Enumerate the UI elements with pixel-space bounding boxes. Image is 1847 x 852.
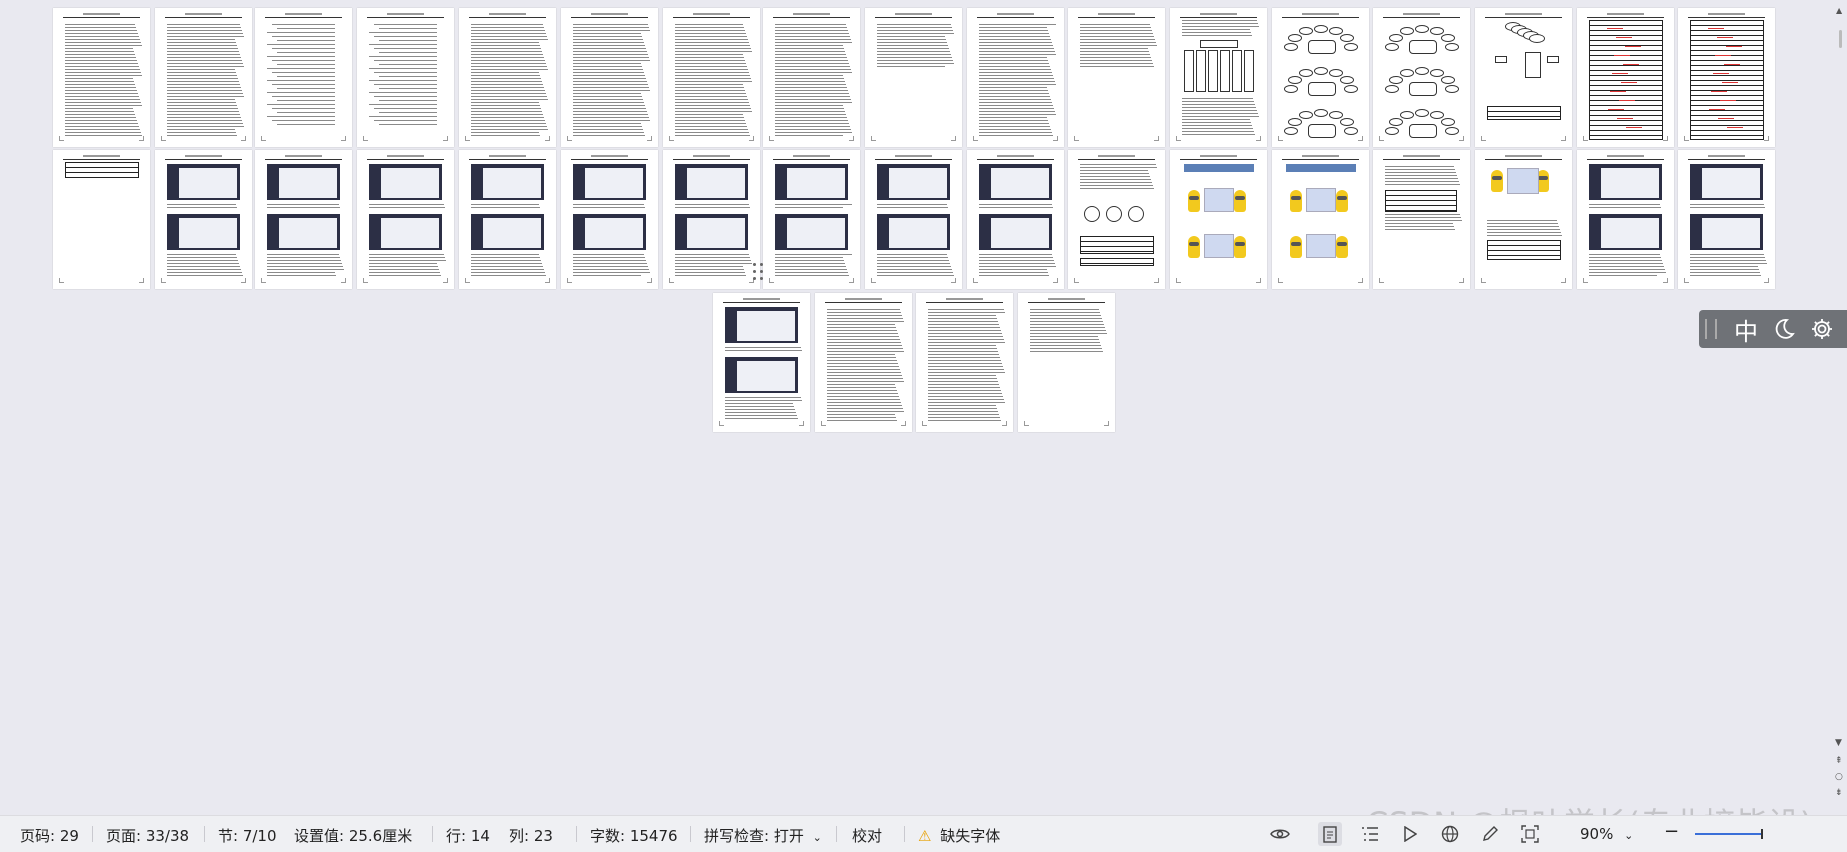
page-thumbnail[interactable] [713, 293, 810, 432]
page-thumbnail[interactable] [255, 150, 352, 289]
zoom-value: 90% [1580, 825, 1614, 843]
page-thumbnail[interactable] [763, 150, 860, 289]
separator [904, 826, 905, 842]
page-thumbnail[interactable] [967, 150, 1064, 289]
section-indicator[interactable]: 节: 7/10 [218, 825, 277, 846]
toolbar-grip[interactable] [1705, 319, 1717, 339]
page-thumbnail[interactable] [815, 293, 912, 432]
page-thumbnail[interactable] [255, 8, 352, 147]
zoom-level[interactable]: 90% ⌄ [1580, 825, 1633, 843]
page-thumbnail[interactable] [459, 8, 556, 147]
spell-check-label: 拼写检查: 打开 [704, 827, 804, 845]
scroll-thumb[interactable] [1839, 30, 1842, 48]
page-thumbnail[interactable] [916, 293, 1013, 432]
page-thumbnail[interactable] [1678, 8, 1775, 147]
separator [836, 826, 837, 842]
vertical-scrollbar[interactable]: ▲ ▼ ⇞ ○ ⇟ [1833, 0, 1847, 815]
language-toggle-button[interactable]: 中 [1727, 310, 1765, 348]
page-thumbnail[interactable] [1170, 150, 1267, 289]
word-count[interactable]: 字数: 15476 [590, 825, 678, 846]
separator [92, 826, 93, 842]
row-indicator[interactable]: 行: 14 [446, 825, 490, 846]
moon-icon[interactable] [1765, 310, 1803, 348]
page-thumbnail[interactable] [357, 150, 454, 289]
page-thumbnail[interactable] [53, 8, 150, 147]
spell-check-toggle[interactable]: 拼写检查: 打开 ⌄ [704, 825, 822, 846]
page-thumbnail[interactable] [561, 150, 658, 289]
page-thumbnail[interactable] [459, 150, 556, 289]
separator [432, 826, 433, 842]
drag-handle[interactable] [752, 262, 766, 284]
chevron-down-icon: ⌄ [1624, 829, 1634, 842]
outline-icon[interactable] [1358, 822, 1382, 846]
zoom-out-icon[interactable]: − [1664, 821, 1679, 842]
prev-page-icon[interactable]: ⇞ [1835, 756, 1843, 766]
zoom-slider[interactable] [1695, 829, 1763, 839]
page-thumbnail[interactable] [1018, 293, 1115, 432]
page-thumbnail[interactable] [1373, 150, 1470, 289]
scroll-up-icon[interactable]: ▲ [1836, 6, 1842, 15]
select-browse-icon[interactable]: ○ [1835, 772, 1843, 782]
page-thumbnail[interactable] [865, 8, 962, 147]
warning-icon: ⚠ [918, 827, 932, 845]
page-thumbnail[interactable] [763, 8, 860, 147]
separator [204, 826, 205, 842]
document-canvas[interactable] [0, 0, 1847, 815]
separator [576, 826, 577, 842]
proofread-button[interactable]: 校对 [852, 825, 882, 846]
page-view-icon[interactable] [1318, 822, 1342, 846]
page-thumbnail[interactable] [1373, 8, 1470, 147]
play-icon[interactable] [1398, 822, 1422, 846]
pen-icon[interactable] [1478, 822, 1502, 846]
page-thumbnail[interactable] [1577, 8, 1674, 147]
page-thumbnail[interactable] [1170, 8, 1267, 147]
page-thumbnail[interactable] [561, 8, 658, 147]
page-thumbnail[interactable] [663, 8, 760, 147]
separator [690, 826, 691, 842]
eye-icon[interactable] [1268, 822, 1292, 846]
page-thumbnail[interactable] [53, 150, 150, 289]
status-bar: 页码: 29 页面: 33/38 节: 7/10 设置值: 25.6厘米 行: … [0, 815, 1847, 852]
missing-fonts-button[interactable]: ⚠ 缺失字体 [918, 825, 1000, 846]
page-thumbnail[interactable] [155, 8, 252, 147]
missing-fonts-label: 缺失字体 [940, 827, 1001, 845]
column-indicator[interactable]: 列: 23 [509, 825, 553, 846]
page-thumbnail[interactable] [1068, 150, 1165, 289]
setting-value[interactable]: 设置值: 25.6厘米 [294, 825, 412, 846]
page-thumbnail[interactable] [1678, 150, 1775, 289]
page-thumbnail[interactable] [1475, 8, 1572, 147]
next-page-icon[interactable]: ⇟ [1835, 788, 1843, 798]
scroll-down-icon[interactable]: ▼ [1835, 738, 1842, 748]
floating-toolbar: 中 [1699, 310, 1847, 348]
page-code[interactable]: 页码: 29 [20, 825, 79, 846]
page-thumbnail[interactable] [967, 8, 1064, 147]
page-thumbnail[interactable] [357, 8, 454, 147]
page-thumbnail[interactable] [1475, 150, 1572, 289]
page-thumbnail[interactable] [1068, 8, 1165, 147]
page-thumbnail[interactable] [865, 150, 962, 289]
page-thumbnail[interactable] [663, 150, 760, 289]
globe-icon[interactable] [1438, 822, 1462, 846]
page-thumbnail[interactable] [1272, 150, 1369, 289]
page-thumbnail[interactable] [1577, 150, 1674, 289]
page-count[interactable]: 页面: 33/38 [106, 825, 189, 846]
fit-page-icon[interactable] [1518, 822, 1542, 846]
page-thumbnail[interactable] [155, 150, 252, 289]
page-thumbnail[interactable] [1272, 8, 1369, 147]
chevron-down-icon: ⌄ [812, 831, 822, 844]
